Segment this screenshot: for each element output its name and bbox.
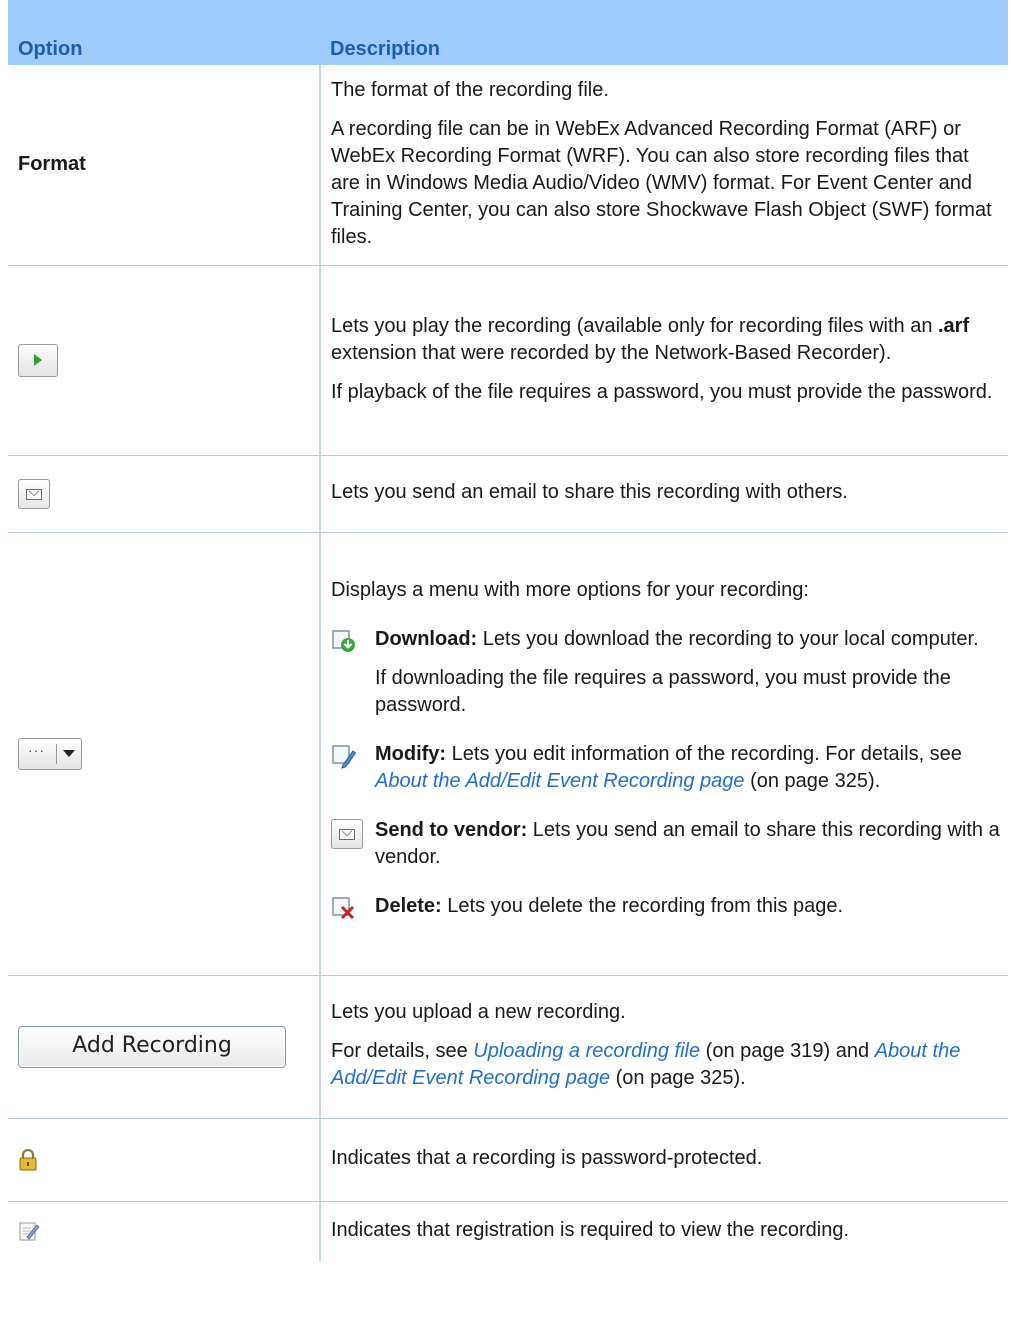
table-row-more-options: ··· Displays a menu with more options fo… [8, 532, 1008, 976]
play-password-note: If playback of the file requires a passw… [331, 380, 993, 403]
download-icon [332, 629, 355, 652]
download-label: Download: [375, 627, 478, 650]
format-description: The format of the recording file. [331, 78, 609, 101]
play-icon[interactable] [18, 343, 58, 377]
envelope-icon[interactable] [18, 478, 50, 509]
option-cell [8, 1118, 321, 1202]
lock-description: Indicates that a recording is password-p… [331, 1147, 763, 1169]
delete-label: Delete: [375, 894, 442, 917]
lock-icon [19, 1148, 37, 1171]
table-row-registration: Indicates that registration is required … [8, 1201, 1008, 1261]
description-cell: Indicates that registration is required … [320, 1201, 1008, 1261]
table-row-play: Lets you play the recording (available o… [8, 265, 1008, 456]
text-span: For details, see [331, 1040, 474, 1062]
table-row-format: Format The format of the recording file.… [8, 65, 1008, 266]
header-option: Option [8, 0, 320, 65]
description-cell: Indicates that a recording is password-p… [320, 1118, 1008, 1202]
option-cell: Add Recording [8, 975, 321, 1119]
arf-extension: .arf [938, 314, 970, 337]
download-password-note: If downloading the file requires a passw… [375, 666, 951, 716]
download-description: Download: Lets you download the recordin… [375, 626, 1000, 653]
menu-item-delete: Delete: Lets you delete the recording fr… [331, 893, 1000, 929]
menu-item-modify: Modify: Lets you edit information of the… [331, 741, 1000, 795]
modify-label: Modify: [375, 742, 447, 765]
play-description: Lets you play the recording (available o… [331, 313, 1000, 367]
registration-icon [19, 1222, 40, 1241]
text-span: Lets you download the recording to your … [477, 627, 979, 650]
menu-item-download: Download: Lets you download the recordin… [331, 626, 1000, 719]
text-span: extension that were recorded by the Netw… [331, 341, 892, 364]
option-cell: Format [8, 65, 321, 266]
text-span: (on page 319) and [700, 1040, 875, 1062]
table-row-email: Lets you send an email to share this rec… [8, 455, 1008, 533]
description-cell: Lets you upload a new recording. For det… [320, 975, 1008, 1119]
text-span: Lets you delete the recording from this … [441, 894, 844, 917]
ellipsis-icon: ··· [28, 741, 45, 758]
text-span: (on page 325). [744, 769, 881, 792]
table-header: Option Description [8, 0, 1008, 65]
add-edit-event-recording-link[interactable]: About the Add/Edit Event Recording page [375, 770, 745, 792]
option-cell [8, 455, 321, 533]
registration-description: Indicates that registration is required … [331, 1218, 850, 1241]
page: Option Description Format The format of … [0, 0, 1011, 1324]
delete-description: Delete: Lets you delete the recording fr… [375, 893, 1000, 920]
text-span: (on page 325). [610, 1067, 746, 1089]
delete-icon [332, 896, 355, 919]
text-span: Lets you play the recording (available o… [331, 314, 938, 337]
modify-icon [332, 744, 357, 769]
option-cell [8, 1201, 321, 1261]
table-row-lock: Indicates that a recording is password-p… [8, 1118, 1008, 1202]
chevron-down-icon [63, 749, 75, 757]
description-cell: Lets you send an email to share this rec… [320, 455, 1008, 533]
description-cell: Lets you play the recording (available o… [320, 265, 1008, 456]
uploading-recording-file-link[interactable]: Uploading a recording file [473, 1040, 700, 1062]
email-description: Lets you send an email to share this rec… [331, 481, 848, 503]
send-to-vendor-label: Send to vendor: [375, 818, 528, 841]
format-details: A recording file can be in WebEx Advance… [331, 117, 992, 248]
menu-item-send-to-vendor: Send to vendor: Lets you send an email t… [331, 817, 1000, 871]
table-row-add-recording: Add Recording Lets you upload a new reco… [8, 975, 1008, 1119]
add-recording-description: Lets you upload a new recording. [331, 1001, 626, 1023]
add-recording-details: For details, see Uploading a recording f… [331, 1038, 1000, 1092]
modify-description: Modify: Lets you edit information of the… [375, 741, 1000, 795]
option-cell: ··· [8, 532, 321, 976]
add-recording-button[interactable]: Add Recording [18, 1025, 286, 1068]
text-span: Lets you edit information of the recordi… [446, 742, 962, 765]
option-cell [8, 265, 321, 456]
description-cell: Displays a menu with more options for yo… [320, 532, 1008, 976]
more-options-icon[interactable]: ··· [18, 737, 82, 770]
send-to-vendor-description: Send to vendor: Lets you send an email t… [375, 817, 1000, 871]
description-cell: The format of the recording file. A reco… [320, 65, 1008, 266]
options-table: Option Description Format The format of … [8, 0, 1008, 1261]
envelope-icon [331, 818, 363, 849]
more-options-intro: Displays a menu with more options for yo… [331, 578, 809, 601]
header-description: Description [320, 0, 1008, 65]
option-name-format: Format [18, 153, 86, 176]
